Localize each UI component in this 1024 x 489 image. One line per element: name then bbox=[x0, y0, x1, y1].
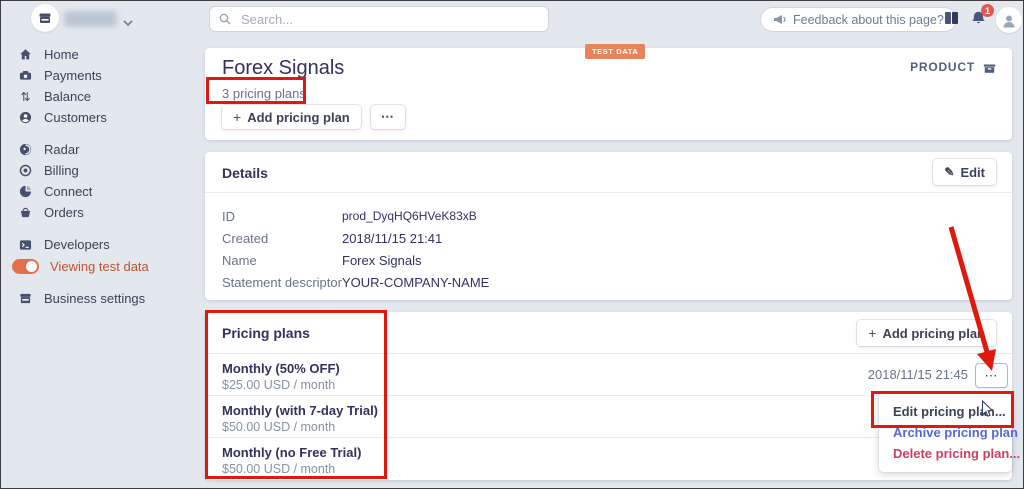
orders-icon bbox=[18, 206, 33, 219]
sidebar-item-label: Customers bbox=[44, 110, 107, 125]
detail-row-id: ID prod_DyqHQ6HVeK83xB bbox=[222, 205, 1012, 227]
menu-item-archive-pricing-plan[interactable]: Archive pricing plan bbox=[879, 422, 1012, 443]
add-pricing-plan-label: Add pricing plan bbox=[882, 326, 985, 341]
detail-value: 2018/11/15 21:41 bbox=[342, 231, 442, 246]
object-type-label: PRODUCT bbox=[910, 60, 975, 74]
sidebar-item-label: Balance bbox=[44, 89, 91, 104]
detail-row-name: Name Forex Signals bbox=[222, 249, 1012, 271]
chevron-down-icon[interactable] bbox=[123, 14, 133, 32]
plan-name: Monthly (no Free Trial) bbox=[222, 445, 361, 460]
sidebar-item-connect[interactable]: Connect bbox=[18, 181, 198, 202]
menu-item-edit-pricing-plan[interactable]: Edit pricing plan... bbox=[879, 401, 1012, 422]
search-bar[interactable] bbox=[210, 7, 548, 31]
avatar[interactable] bbox=[996, 7, 1022, 33]
sidebar-item-business-settings[interactable]: Business settings bbox=[18, 288, 198, 309]
billing-icon bbox=[18, 164, 33, 177]
sidebar-item-label: Radar bbox=[44, 142, 79, 157]
sidebar-developer-group: Developers Viewing test data bbox=[18, 234, 198, 277]
feedback-button[interactable]: Feedback about this page? bbox=[761, 8, 956, 31]
details-title: Details bbox=[222, 165, 268, 181]
detail-label: Name bbox=[222, 253, 342, 268]
docs-icon[interactable] bbox=[944, 11, 959, 30]
detail-row-created: Created 2018/11/15 21:41 bbox=[222, 227, 1012, 249]
sidebar-item-orders[interactable]: Orders bbox=[18, 202, 198, 223]
developers-icon bbox=[18, 239, 33, 251]
detail-row-statement-descriptor: Statement descriptor YOUR-COMPANY-NAME bbox=[222, 271, 1012, 293]
plan-more-button[interactable]: ⋯ bbox=[975, 363, 1008, 388]
details-card: Details ✎ Edit ID prod_DyqHQ6HVeK83xB Cr… bbox=[205, 152, 1012, 300]
detail-value: prod_DyqHQ6HVeK83xB bbox=[342, 209, 477, 223]
search-input[interactable] bbox=[239, 11, 539, 28]
pricing-plans-title: Pricing plans bbox=[222, 325, 310, 341]
edit-label: Edit bbox=[960, 165, 985, 180]
customers-icon bbox=[18, 111, 33, 124]
account-name-redacted[interactable] bbox=[64, 11, 117, 27]
sidebar-item-label: Home bbox=[44, 47, 79, 62]
sidebar-secondary-group: Radar Billing Connect Orders bbox=[18, 139, 198, 223]
sidebar-item-developers[interactable]: Developers bbox=[18, 234, 198, 255]
plan-context-menu: Edit pricing plan... Archive pricing pla… bbox=[879, 393, 1012, 472]
sidebar-item-radar[interactable]: Radar bbox=[18, 139, 198, 160]
toggle-knob bbox=[26, 261, 37, 272]
page-title: Forex Signals bbox=[222, 57, 344, 80]
edit-details-button[interactable]: ✎ Edit bbox=[933, 159, 996, 185]
test-data-badge: TEST DATA bbox=[585, 44, 645, 59]
sidebar-item-customers[interactable]: Customers bbox=[18, 107, 198, 128]
balance-icon: ⇅ bbox=[18, 91, 33, 103]
product-header-card: Forex Signals 3 pricing plans + Add pric… bbox=[205, 48, 1012, 140]
test-data-toggle-row[interactable]: Viewing test data bbox=[18, 255, 198, 277]
plan-name: Monthly (50% OFF) bbox=[222, 361, 340, 376]
pencil-icon: ✎ bbox=[944, 165, 954, 179]
sidebar-item-label: Billing bbox=[44, 163, 79, 178]
plan-price: $25.00 USD / month bbox=[222, 378, 335, 392]
plan-name: Monthly (with 7-day Trial) bbox=[222, 403, 378, 418]
add-pricing-plan-button-2[interactable]: + Add pricing plan bbox=[857, 320, 996, 346]
add-pricing-plan-label: Add pricing plan bbox=[247, 110, 350, 125]
ellipsis-icon: ⋯ bbox=[985, 368, 999, 384]
detail-value: YOUR-COMPANY-NAME bbox=[342, 275, 489, 290]
radar-icon bbox=[18, 143, 33, 156]
storefront-icon bbox=[18, 292, 33, 305]
storefront-icon bbox=[38, 11, 52, 25]
test-mode-toggle[interactable] bbox=[12, 259, 39, 274]
search-icon bbox=[219, 13, 231, 25]
plan-price: $50.00 USD / month bbox=[222, 420, 335, 434]
payments-icon bbox=[18, 69, 33, 82]
plans-count: 3 pricing plans bbox=[222, 86, 306, 101]
sidebar-item-home[interactable]: Home bbox=[18, 44, 198, 65]
add-pricing-plan-button[interactable]: + Add pricing plan bbox=[222, 105, 361, 129]
detail-label: ID bbox=[222, 209, 342, 224]
sidebar-item-label: Developers bbox=[44, 237, 110, 252]
ellipsis-icon: ⋯ bbox=[381, 109, 395, 125]
pricing-plan-row[interactable]: Monthly (50% OFF) $25.00 USD / month 201… bbox=[205, 354, 1012, 396]
sidebar-item-balance[interactable]: ⇅ Balance bbox=[18, 86, 198, 107]
sidebar-item-billing[interactable]: Billing bbox=[18, 160, 198, 181]
plan-created-date: 2018/11/15 21:45 bbox=[868, 367, 968, 382]
person-icon bbox=[1001, 13, 1017, 28]
test-mode-label: Viewing test data bbox=[50, 259, 149, 274]
detail-label: Statement descriptor bbox=[222, 275, 342, 290]
connect-icon bbox=[18, 185, 33, 198]
sidebar-settings-group: Business settings bbox=[18, 288, 198, 309]
menu-item-delete-pricing-plan[interactable]: Delete pricing plan... bbox=[879, 443, 1012, 464]
package-icon bbox=[983, 61, 996, 74]
plan-price: $50.00 USD / month bbox=[222, 462, 335, 476]
sidebar-item-label: Payments bbox=[44, 68, 102, 83]
account-logo[interactable] bbox=[31, 4, 59, 32]
notification-badge: 1 bbox=[981, 4, 994, 17]
plus-icon: + bbox=[868, 325, 876, 341]
product-more-button[interactable]: ⋯ bbox=[371, 105, 405, 129]
sidebar-primary-group: Home Payments ⇅ Balance Customers bbox=[18, 44, 198, 128]
megaphone-icon bbox=[773, 14, 786, 25]
sidebar-item-label: Business settings bbox=[44, 291, 145, 306]
sidebar-item-label: Orders bbox=[44, 205, 84, 220]
sidebar-item-label: Connect bbox=[44, 184, 92, 199]
feedback-label: Feedback about this page? bbox=[793, 13, 944, 27]
home-icon bbox=[18, 48, 33, 61]
plus-icon: + bbox=[233, 109, 241, 125]
sidebar-item-payments[interactable]: Payments bbox=[18, 65, 198, 86]
detail-value: Forex Signals bbox=[342, 253, 421, 268]
detail-label: Created bbox=[222, 231, 342, 246]
